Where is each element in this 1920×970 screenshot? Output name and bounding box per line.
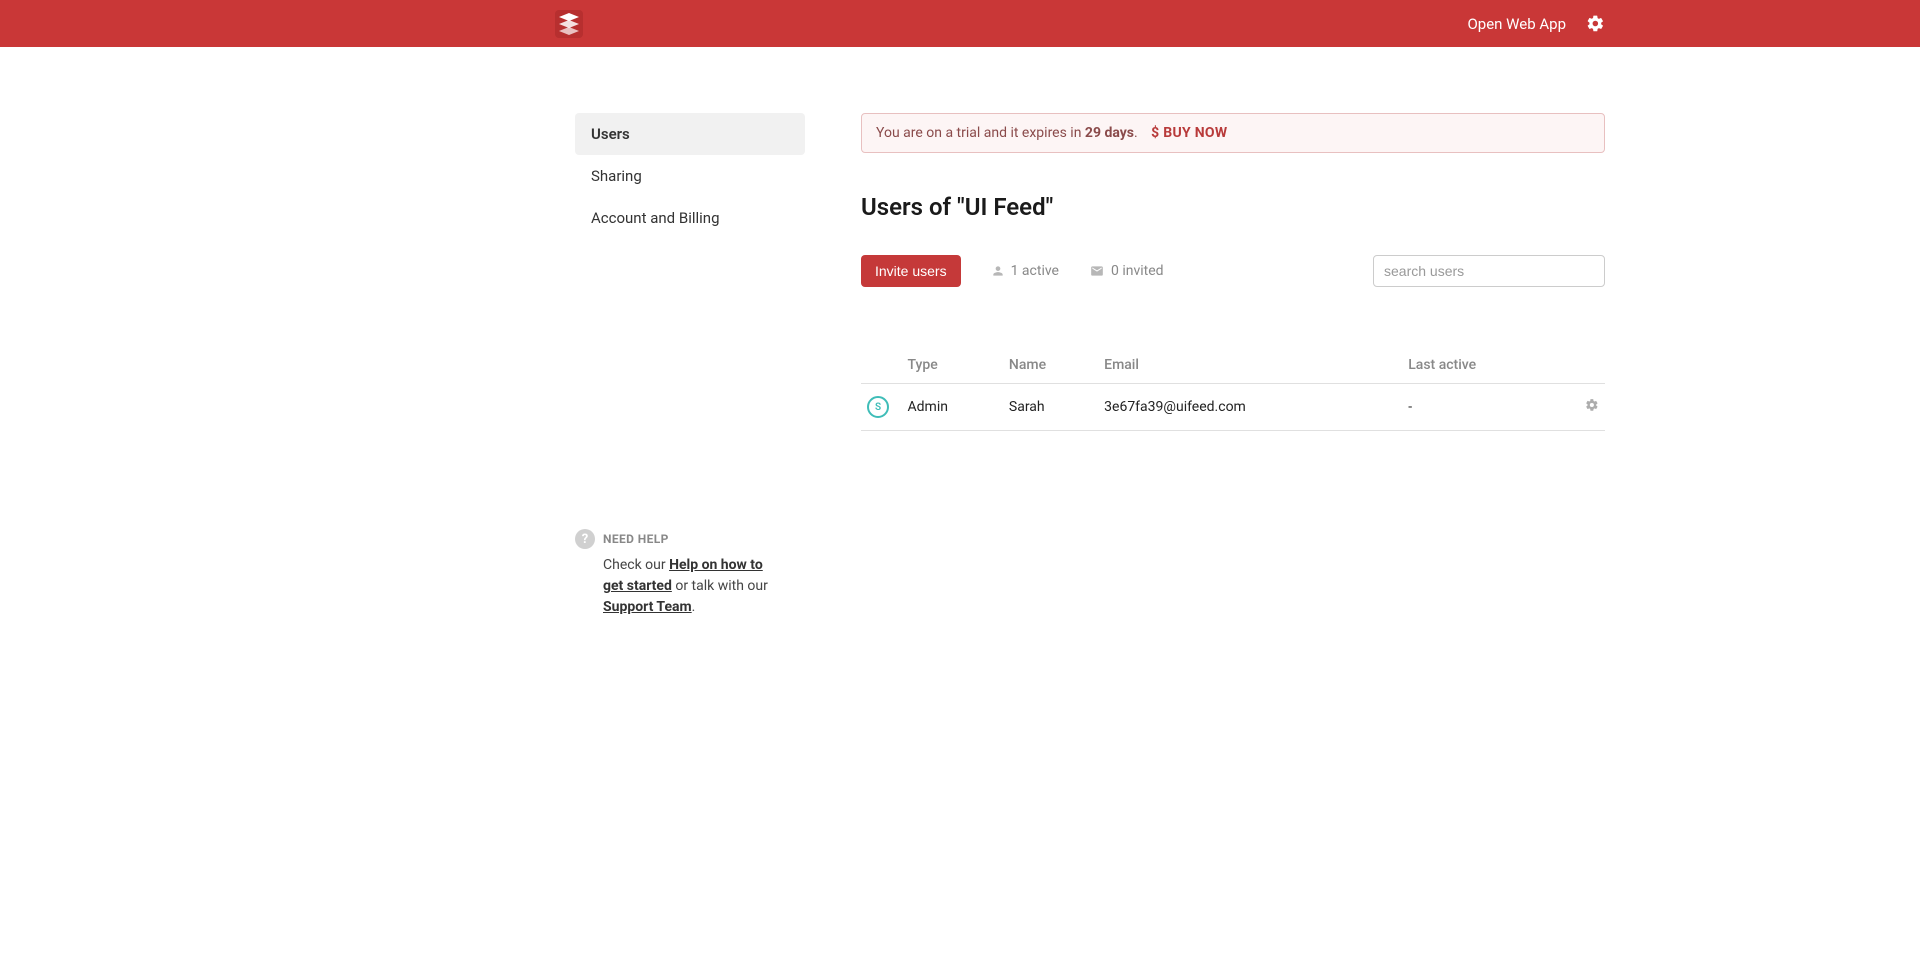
col-header-last-active: Last active xyxy=(1402,347,1564,384)
user-icon xyxy=(991,264,1005,278)
cell-name: Sarah xyxy=(1003,384,1098,431)
users-table: Type Name Email Last active S Admin Sara… xyxy=(861,347,1605,431)
envelope-icon xyxy=(1089,264,1105,278)
sidebar-item-users[interactable]: Users xyxy=(575,113,805,155)
toolbar: Invite users 1 active 0 invited xyxy=(861,255,1605,287)
cell-last-active: - xyxy=(1402,384,1564,431)
logo[interactable] xyxy=(555,10,583,38)
help-icon: ? xyxy=(575,529,595,549)
logo-icon xyxy=(555,10,583,38)
page-title: Users of "UI Feed" xyxy=(861,193,1605,221)
settings-button[interactable] xyxy=(1586,14,1605,33)
col-header-email: Email xyxy=(1098,347,1402,384)
buy-now-link[interactable]: BUY NOW xyxy=(1163,125,1227,141)
gear-icon xyxy=(1585,398,1599,412)
help-section: ? NEED HELP Check our Help on how to get… xyxy=(575,529,805,618)
invite-users-button[interactable]: Invite users xyxy=(861,255,961,287)
dollar-icon: $ xyxy=(1151,125,1159,141)
help-body: Check our Help on how to get started or … xyxy=(575,555,775,618)
search-users-input[interactable] xyxy=(1373,255,1605,287)
invited-count-stat[interactable]: 0 invited xyxy=(1089,263,1164,279)
cell-type: Admin xyxy=(902,384,1003,431)
active-count-stat[interactable]: 1 active xyxy=(991,263,1059,279)
col-header-name: Name xyxy=(1003,347,1098,384)
row-actions-button[interactable] xyxy=(1564,384,1605,431)
sidebar-item-account-billing[interactable]: Account and Billing xyxy=(575,197,805,239)
trial-days: 29 days xyxy=(1085,125,1134,141)
table-row: S Admin Sarah 3e67fa39@uifeed.com - xyxy=(861,384,1605,431)
open-web-app-link[interactable]: Open Web App xyxy=(1467,15,1566,33)
avatar: S xyxy=(867,396,889,418)
app-header: Open Web App xyxy=(0,0,1920,47)
cell-email: 3e67fa39@uifeed.com xyxy=(1098,384,1402,431)
sidebar: Users Sharing Account and Billing ? NEED… xyxy=(575,113,805,618)
trial-prefix: You are on a trial and it expires in xyxy=(876,125,1085,141)
support-team-link[interactable]: Support Team xyxy=(603,599,692,615)
trial-notice: You are on a trial and it expires in 29 … xyxy=(861,113,1605,153)
col-header-type: Type xyxy=(902,347,1003,384)
main-content: You are on a trial and it expires in 29 … xyxy=(805,113,1605,618)
sidebar-item-sharing[interactable]: Sharing xyxy=(575,155,805,197)
gear-icon xyxy=(1586,14,1605,33)
help-title: NEED HELP xyxy=(603,532,669,546)
